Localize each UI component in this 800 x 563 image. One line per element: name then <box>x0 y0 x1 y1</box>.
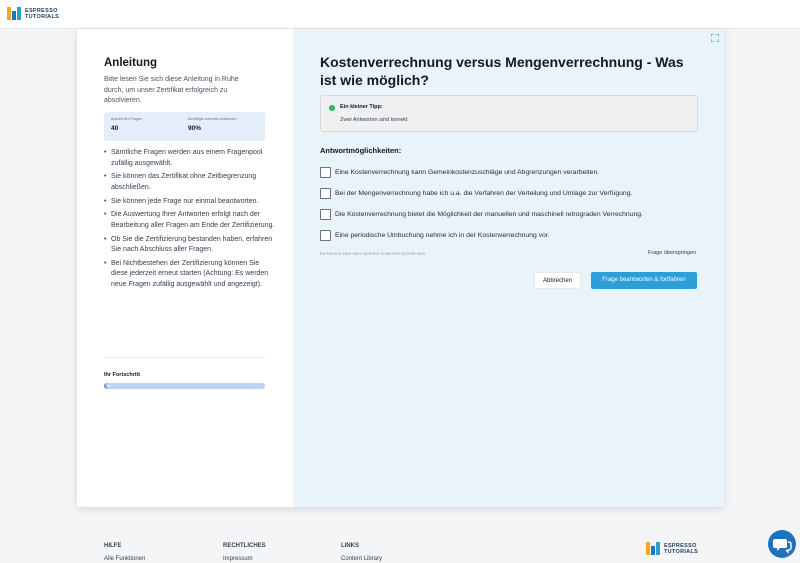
logo-line-1: ESPRESSO <box>664 542 697 549</box>
answer-checkbox[interactable] <box>320 167 331 178</box>
tip-box: i Ein kleiner Tipp: Zwei Antworten sind … <box>320 95 698 132</box>
question-panel: Kostenverrechnung versus Mengenverrechnu… <box>293 29 724 507</box>
footer-brand-logo[interactable]: ESPRESSO TUTORIALS <box>646 542 698 555</box>
stat-question-count: Anzahl der Fragen 40 <box>111 117 142 132</box>
answer-checkbox[interactable] <box>320 209 331 220</box>
logo-text: ESPRESSO TUTORIALS <box>25 8 59 20</box>
footer-heading: LINKS <box>341 543 359 549</box>
footer-column-legal: RECHTLICHES Impressum <box>223 543 266 562</box>
instructions-panel: Anleitung Bitte lesen Sie sich diese Anl… <box>77 29 293 507</box>
answer-label: Bei der Mengenverrechnung habe ich u.a. … <box>335 190 633 197</box>
brand-logo[interactable]: ESPRESSO TUTORIALS <box>7 7 59 20</box>
stat-value: 40 <box>111 125 119 132</box>
logo-line-2: TUTORIALS <box>664 548 699 555</box>
chat-icon <box>773 539 792 554</box>
top-bar: ESPRESSO TUTORIALS <box>0 0 800 29</box>
stat-value: 90% <box>188 125 202 132</box>
chat-button[interactable] <box>768 530 796 558</box>
stat-required-correct: Benötigte korrekte Antworten 90% <box>188 117 237 132</box>
list-item: Sie können das Zertifikat ohne Zeitbegre… <box>104 172 276 193</box>
instructions-intro: Bitte lesen Sie sich diese Anleitung in … <box>104 76 239 104</box>
answer-label: Die Kostenverrechnung bietet die Möglich… <box>335 211 643 218</box>
answers-title: Antwortmöglichkeiten: <box>320 146 402 155</box>
divider <box>104 357 265 358</box>
rules-list: Sämtliche Fragen werden aus einem Fragen… <box>104 148 276 294</box>
skip-question-link[interactable]: Frage überspringen <box>648 250 696 256</box>
progress-bar <box>104 383 265 389</box>
answer-option-2[interactable]: Bei der Mengenverrechnung habe ich u.a. … <box>320 188 632 199</box>
answer-option-1[interactable]: Eine Kostenverrechnung kann Gemeinkosten… <box>320 167 599 178</box>
list-item: Sie können jede Frage nur einmal beantwo… <box>104 197 276 208</box>
list-item: Ob Sie die Zertifizierung bestanden habe… <box>104 235 276 256</box>
answer-checkbox[interactable] <box>320 230 331 241</box>
stat-label: Anzahl der Fragen <box>111 117 143 121</box>
footer-column-help: HILFE Alle Funktionen <box>104 543 145 562</box>
footer-column-links: LINKS Content Library <box>341 543 382 562</box>
stat-label: Benötigte korrekte Antworten <box>188 117 237 121</box>
progress-title: Ihr Fortschritt <box>104 372 141 378</box>
logo-mark-icon <box>646 542 660 555</box>
certificate-card: Anleitung Bitte lesen Sie sich diese Anl… <box>77 29 724 507</box>
list-item: Bei Nichtbestehen der Zertifizierung kön… <box>104 259 276 291</box>
cancel-button[interactable]: Abbrechen <box>534 272 581 289</box>
list-item: Sämtliche Fragen werden aus einem Fragen… <box>104 148 276 169</box>
answer-label: Eine Kostenverrechnung kann Gemeinkosten… <box>335 169 600 176</box>
question-title: Kostenverrechnung versus Mengenverrechnu… <box>320 54 684 88</box>
answer-label: Eine periodische Umbuchung nehme ich in … <box>335 232 550 239</box>
progress-percent: 2% <box>105 384 111 388</box>
footer-link[interactable]: Alle Funktionen <box>104 556 145 562</box>
answer-option-3[interactable]: Die Kostenverrechnung bietet die Möglich… <box>320 209 643 220</box>
list-item: Die Auswertung Ihrer Antworten erfolgt n… <box>104 210 276 231</box>
stats-box: Anzahl der Fragen 40 Benötigte korrekte … <box>104 112 265 141</box>
logo-line-1: ESPRESSO <box>25 7 58 14</box>
expand-icon[interactable] <box>711 34 719 42</box>
answer-option-4[interactable]: Eine periodische Umbuchung nehme ich in … <box>320 230 550 241</box>
footer-link[interactable]: Content Library <box>341 556 382 562</box>
footer-heading: RECHTLICHES <box>223 543 266 549</box>
instructions-title: Anleitung <box>104 57 158 69</box>
footer-heading: HILFE <box>104 543 122 549</box>
answer-checkbox[interactable] <box>320 188 331 199</box>
logo-text: ESPRESSO TUTORIALS <box>664 543 698 555</box>
logo-mark-icon <box>7 7 21 20</box>
answers-hint: Es können eine oder mehrere Antworten ko… <box>320 251 427 256</box>
logo-line-2: TUTORIALS <box>25 13 60 20</box>
info-icon: i <box>329 105 335 111</box>
submit-answer-button[interactable]: Frage beantworten & fortfahren <box>591 272 697 289</box>
footer-link[interactable]: Impressum <box>223 556 266 562</box>
tip-text: Zwei Antworten sind korrekt <box>340 117 408 123</box>
tip-title: Ein kleiner Tipp: <box>340 104 383 110</box>
